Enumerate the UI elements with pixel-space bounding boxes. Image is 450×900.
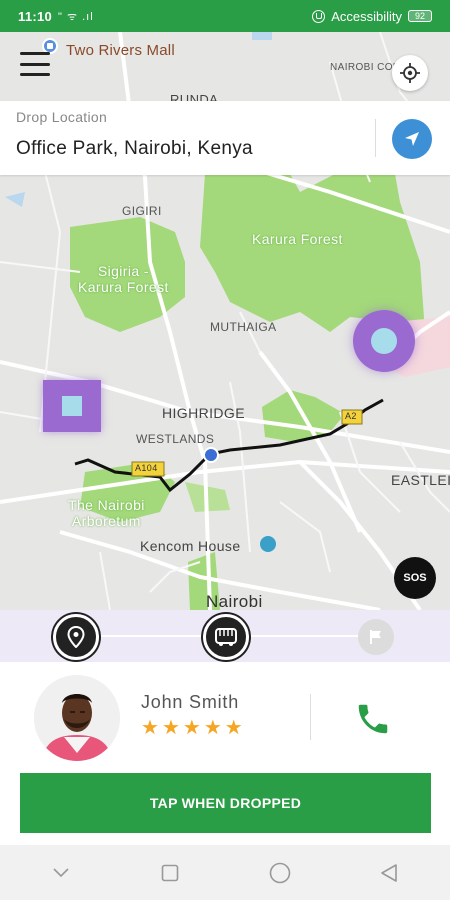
hamburger-menu-icon[interactable] — [20, 52, 50, 76]
drop-location-label: Drop Location — [16, 109, 108, 125]
destination-marker[interactable] — [353, 310, 415, 372]
star-icon: ★ — [161, 717, 180, 739]
label-arboretum: The Nairobi Arboretum — [68, 497, 145, 529]
pickup-marker-inner — [62, 396, 82, 416]
label-gigiri: GIGIRI — [122, 204, 162, 218]
call-driver-button[interactable] — [350, 696, 396, 742]
app-root: 11:10 " ᯤ .ıl Accessibility 92 NAIROBI C… — [0, 0, 450, 900]
navigation-button[interactable] — [392, 119, 432, 159]
label-nairobi: Nairobi — [206, 592, 263, 610]
pickup-marker[interactable] — [43, 380, 101, 432]
label-muthaiga: MUTHAIGA — [210, 320, 277, 334]
step-pickup[interactable] — [53, 614, 99, 660]
driver-avatar — [34, 675, 120, 761]
chevron-down-icon[interactable] — [41, 853, 81, 893]
label-highridge: HIGHRIDGE — [162, 405, 245, 421]
driver-card: John Smith ★ ★ ★ ★ ★ — [0, 662, 450, 774]
drop-divider — [375, 119, 376, 157]
label-a104: A104 — [135, 463, 158, 473]
park-karura — [200, 174, 425, 332]
navigation-arrow-icon — [405, 132, 419, 146]
square-recent-icon[interactable] — [150, 853, 190, 893]
place-label: Two Rivers Mall — [66, 42, 175, 59]
star-icon: ★ — [203, 717, 222, 739]
kencom-poi — [260, 536, 276, 552]
accessibility-icon — [312, 9, 326, 23]
signal-icons: " ᯤ .ıl — [58, 10, 94, 23]
current-location-dot — [203, 447, 219, 463]
locate-button[interactable] — [392, 55, 428, 91]
drop-location-card[interactable]: Drop Location Office Park, Nairobi, Keny… — [0, 101, 450, 175]
crosshair-locate-icon — [400, 63, 420, 83]
bus-icon — [215, 628, 237, 646]
accessibility-label: Accessibility — [331, 8, 402, 24]
status-right: Accessibility 92 — [312, 9, 432, 24]
status-time: 11:10 — [18, 8, 53, 24]
sos-button[interactable]: SOS — [394, 557, 436, 599]
star-icon: ★ — [141, 717, 159, 739]
step-transit[interactable] — [203, 614, 249, 660]
star-icon: ★ — [182, 717, 201, 739]
label-kencom: Kencom House — [140, 538, 241, 554]
driver-photo — [34, 675, 120, 761]
phone-icon — [358, 704, 388, 734]
circle-home-icon[interactable] — [260, 853, 300, 893]
drop-location-value[interactable]: Office Park, Nairobi, Kenya — [16, 138, 253, 160]
system-nav-bar — [0, 845, 450, 900]
label-a2: A2 — [345, 411, 357, 421]
tap-when-dropped-button[interactable]: TAP WHEN DROPPED — [20, 773, 431, 833]
water — [5, 192, 25, 207]
step-dropoff[interactable] — [358, 619, 394, 655]
water — [252, 32, 272, 40]
label-sigiria: Sigiria - Karura Forest — [78, 263, 169, 295]
flag-icon — [370, 630, 381, 644]
driver-name: John Smith — [141, 692, 240, 712]
label-eastleigh: EASTLEIG — [391, 472, 450, 488]
trip-progress — [0, 610, 450, 662]
driver-rating: ★ ★ ★ ★ ★ — [141, 718, 243, 738]
star-icon: ★ — [224, 717, 243, 739]
driver-divider — [310, 694, 311, 740]
label-karura-forest: Karura Forest — [252, 231, 343, 247]
battery-icon: 92 — [408, 10, 432, 22]
label-westlands: WESTLANDS — [136, 432, 215, 446]
triangle-back-icon[interactable] — [369, 853, 409, 893]
pin-icon — [67, 626, 85, 648]
status-bar: 11:10 " ᯤ .ıl Accessibility 92 — [0, 0, 450, 32]
destination-marker-inner — [371, 328, 397, 354]
